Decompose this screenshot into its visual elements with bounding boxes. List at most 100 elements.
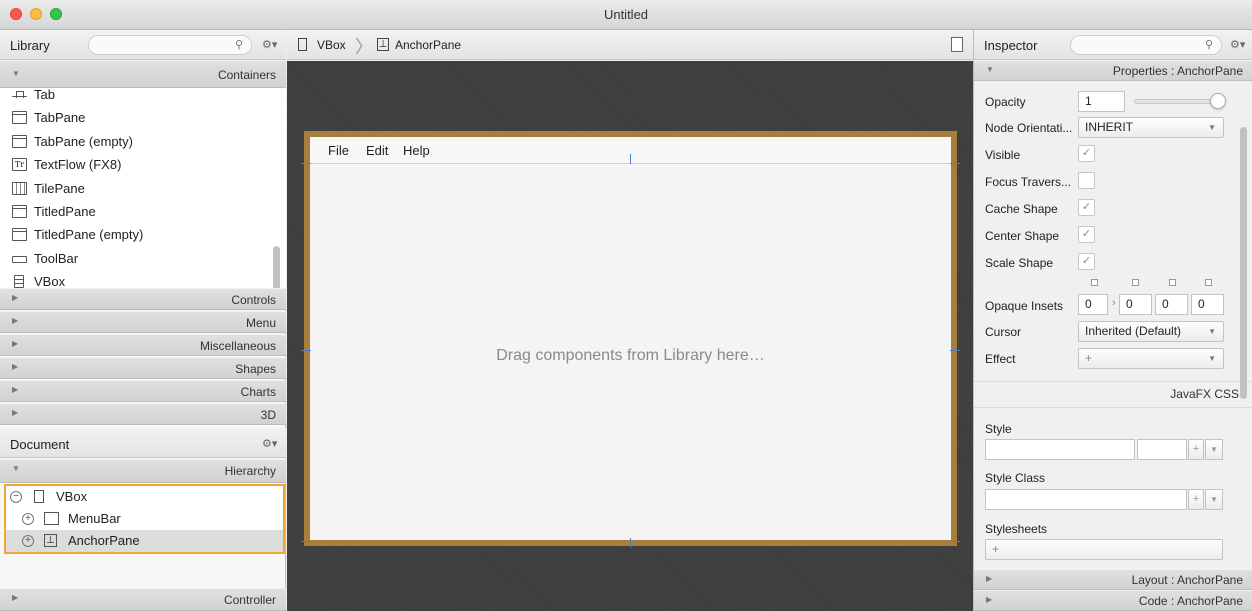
collapsed-arrow-icon: ▶	[986, 574, 993, 583]
resize-handle[interactable]	[301, 163, 311, 164]
chevron-down-icon: ▼	[1208, 123, 1216, 132]
inset-top-field[interactable]: 0	[1078, 294, 1108, 315]
visible-label: Visible	[985, 148, 1021, 162]
tab-icon	[12, 89, 27, 98]
library-scrollbar[interactable]	[273, 246, 280, 288]
resize-handle[interactable]	[301, 350, 311, 351]
effect-select[interactable]: + ▼	[1078, 348, 1224, 369]
code-section[interactable]: ▶ Code : AnchorPane	[974, 590, 1252, 611]
cursor-select[interactable]: Inherited (Default) ▼	[1078, 321, 1224, 342]
hierarchy-section[interactable]: ▼ Hierarchy	[0, 459, 286, 483]
menu-file[interactable]: File	[328, 143, 349, 158]
vbox-icon	[298, 38, 307, 51]
inset-left-field[interactable]: 0	[1191, 294, 1224, 315]
style-class-add-button[interactable]: +	[1188, 489, 1204, 510]
resize-handle[interactable]	[950, 163, 960, 164]
library-section-charts[interactable]: ▶ Charts	[0, 380, 286, 402]
resize-handle[interactable]	[950, 541, 960, 542]
tabpane-icon	[12, 111, 27, 125]
menu-edit[interactable]: Edit	[366, 143, 388, 158]
inspector-gear-menu-icon[interactable]: ⚙▾	[1230, 38, 1245, 51]
resize-handle[interactable]	[950, 350, 960, 351]
library-section-3d[interactable]: ▶ 3D	[0, 403, 286, 425]
library-item-tabpane-empty[interactable]: TabPane (empty)	[0, 130, 286, 153]
inset-right-field[interactable]: 0	[1119, 294, 1152, 315]
document-gear-menu-icon[interactable]: ⚙▾	[262, 437, 277, 450]
style-class-menu-button[interactable]: ▼	[1205, 489, 1223, 510]
breadcrumb-vbox[interactable]: VBox	[317, 38, 346, 52]
stylesheets-add-button[interactable]: +	[985, 539, 1223, 560]
library-section-miscellaneous[interactable]: ▶ Miscellaneous	[0, 334, 286, 356]
scale-shape-label: Scale Shape	[985, 256, 1054, 270]
drop-placeholder: Drag components from Library here…	[496, 347, 765, 364]
expand-icon[interactable]: +	[22, 535, 34, 547]
content-canvas[interactable]: File Edit Help Drag components from Libr…	[287, 61, 973, 611]
collapsed-arrow-icon: ▶	[12, 408, 19, 417]
expand-icon[interactable]: +	[22, 513, 34, 525]
library-item-list: Tab TabPane TabPane (empty) Tr TextFlow (…	[0, 88, 286, 288]
visible-checkbox[interactable]: ✓	[1078, 145, 1095, 162]
breadcrumb-anchorpane[interactable]: AnchorPane	[395, 38, 461, 52]
focus-traversable-label: Focus Travers...	[985, 175, 1072, 189]
style-menu-button[interactable]: ▼	[1205, 439, 1223, 460]
scene-frame[interactable]: File Edit Help Drag components from Libr…	[304, 131, 957, 546]
library-section-controls[interactable]: ▶ Controls	[0, 288, 286, 310]
inspector-scrollbar[interactable]	[1240, 127, 1247, 399]
resize-handle[interactable]	[630, 154, 631, 164]
style-add-button[interactable]: +	[1188, 439, 1204, 460]
collapse-icon[interactable]: −	[10, 491, 22, 503]
focus-traversable-checkbox[interactable]	[1078, 172, 1095, 189]
library-section-containers[interactable]: ▼ Containers	[0, 60, 286, 88]
collapsed-arrow-icon: ▶	[12, 339, 19, 348]
style-field[interactable]	[985, 439, 1135, 460]
inset-bottom-field[interactable]: 0	[1155, 294, 1188, 315]
opacity-field[interactable]: 1	[1078, 91, 1125, 112]
library-section-shapes[interactable]: ▶ Shapes	[0, 357, 286, 379]
properties-section[interactable]: ▼ Properties : AnchorPane	[974, 60, 1252, 81]
cache-shape-checkbox[interactable]: ✓	[1078, 199, 1095, 216]
collapsed-arrow-icon: ▶	[12, 316, 19, 325]
library-item-vbox[interactable]: VBox	[0, 270, 286, 288]
search-icon: ⚲	[1204, 39, 1213, 51]
opacity-slider-knob[interactable]	[1210, 93, 1226, 109]
tree-row-menubar[interactable]: + MenuBar	[6, 508, 283, 530]
library-section-menu[interactable]: ▶ Menu	[0, 311, 286, 333]
layout-section[interactable]: ▶ Layout : AnchorPane	[974, 569, 1252, 590]
stylesheets-label: Stylesheets	[985, 522, 1048, 536]
titledpane-icon	[12, 204, 27, 218]
style-class-field[interactable]	[985, 489, 1187, 510]
collapsed-arrow-icon: ▶	[12, 293, 19, 302]
controller-section[interactable]: ▶ Controller	[0, 588, 286, 611]
menu-help[interactable]: Help	[403, 143, 430, 158]
textflow-icon: Tr	[12, 158, 27, 172]
scale-shape-checkbox[interactable]: ✓	[1078, 253, 1095, 270]
link-chevron-icon[interactable]: ›	[1112, 297, 1116, 309]
library-item-titledpane-empty[interactable]: TitledPane (empty)	[0, 223, 286, 246]
expanded-arrow-icon: ▼	[12, 69, 20, 78]
expanded-arrow-icon: ▼	[986, 65, 994, 74]
library-search-input[interactable]: ⚲	[88, 35, 252, 55]
resize-handle[interactable]	[301, 541, 311, 542]
breadcrumb-bar: VBox 〉 ⊥ AnchorPane	[287, 30, 973, 60]
resize-handle[interactable]	[630, 538, 631, 548]
inset-top-icon	[1091, 279, 1098, 286]
library-item-tabpane[interactable]: TabPane	[0, 106, 286, 129]
library-item-titledpane[interactable]: TitledPane	[0, 200, 286, 223]
tree-row-anchorpane[interactable]: + ⊥ AnchorPane	[6, 530, 283, 552]
document-header: Document ⚙▾	[0, 428, 286, 458]
title-bar: Untitled	[0, 0, 1252, 30]
library-item-textflow[interactable]: Tr TextFlow (FX8)	[0, 153, 286, 176]
document-view-icon[interactable]	[951, 37, 963, 52]
collapsed-arrow-icon: ▶	[12, 593, 19, 602]
library-item-tab[interactable]: Tab	[0, 88, 286, 106]
library-item-toolbar[interactable]: ToolBar	[0, 247, 286, 270]
inspector-search-input[interactable]: ⚲	[1070, 35, 1222, 55]
style-value-field[interactable]	[1137, 439, 1187, 460]
center-shape-checkbox[interactable]: ✓	[1078, 226, 1095, 243]
library-header: Library ⚲ ⚙▾	[0, 30, 286, 60]
chevron-down-icon: ▼	[1208, 327, 1216, 336]
library-item-tilepane[interactable]: TilePane	[0, 177, 286, 200]
node-orientation-select[interactable]: INHERIT ▼	[1078, 117, 1224, 138]
library-gear-menu-icon[interactable]: ⚙▾	[262, 38, 277, 51]
tree-row-vbox[interactable]: − VBox	[6, 486, 283, 508]
